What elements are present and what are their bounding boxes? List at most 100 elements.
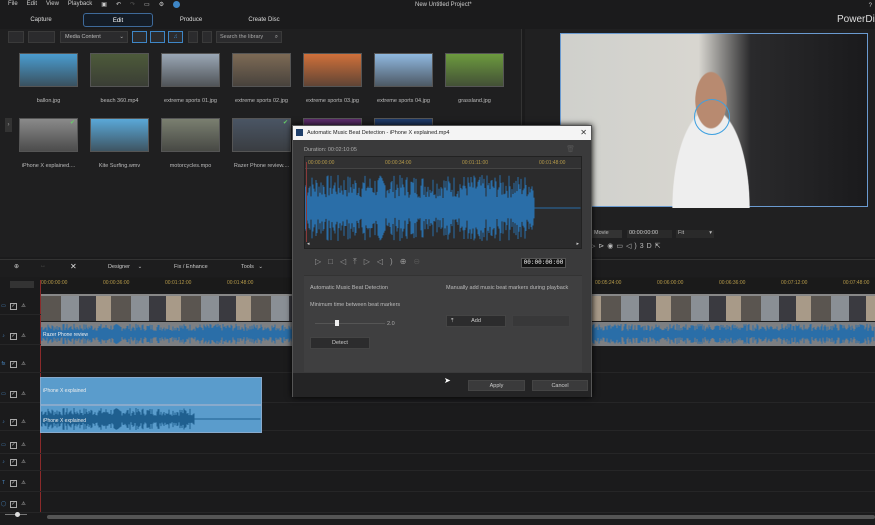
audio-filter-button[interactable]: ♫ [168, 31, 183, 43]
split-icon[interactable]: ↔ [40, 263, 46, 269]
audio-clip-track2[interactable]: iPhone X explained [40, 405, 262, 433]
mixer-icon[interactable]: ⊕ [14, 263, 19, 270]
menu-playback[interactable]: Playback [68, 1, 92, 8]
3d-button[interactable]: 3D [640, 243, 655, 250]
screen-icon[interactable]: ▭ [144, 1, 150, 8]
lock-icon[interactable]: ⚠ [20, 362, 27, 369]
media-thumbnail[interactable] [90, 53, 149, 87]
trash-icon[interactable]: 🗑 [566, 145, 575, 153]
thumb-size-button[interactable] [202, 31, 212, 43]
cancel-button[interactable]: Cancel [532, 380, 588, 391]
track-type-icon: ▭ [1, 303, 6, 309]
media-thumbnail[interactable] [19, 53, 78, 87]
image-filter-button[interactable] [150, 31, 165, 43]
volume-icon[interactable]: ◁) [626, 243, 640, 250]
video-clip-track2[interactable]: iPhone X explained [40, 377, 262, 405]
undock-icon[interactable]: ⇱ [655, 243, 664, 250]
media-label: extreme sports 02.jpg [235, 98, 288, 104]
media-thumbnail[interactable] [303, 53, 362, 87]
library-expand-arrow[interactable]: › [5, 118, 12, 132]
media-thumbnail[interactable] [232, 53, 291, 87]
plugin-button[interactable] [28, 31, 55, 43]
slider-thumb[interactable] [335, 320, 339, 326]
track-enable-checkbox[interactable]: ✓ [10, 480, 17, 487]
play-icon[interactable]: ▷ [315, 257, 328, 266]
lock-icon[interactable]: ⚠ [20, 392, 27, 399]
scissors-icon[interactable]: ✕ [70, 262, 77, 271]
apply-button[interactable]: Apply [468, 380, 525, 391]
lock-icon[interactable]: ⚠ [20, 420, 27, 427]
fix-enhance-button[interactable]: Fix / Enhance [174, 264, 208, 270]
stop-icon[interactable]: □ [328, 257, 340, 266]
zoom-fit-dropdown[interactable]: Fit ▾ [676, 230, 714, 238]
zoom-out-icon[interactable]: ⊖ [413, 257, 427, 266]
snapshot-icon[interactable]: ◉ [607, 243, 616, 250]
import-media-button[interactable] [8, 31, 24, 43]
fit-timeline-button[interactable] [10, 281, 34, 288]
media-thumbnail[interactable] [374, 53, 433, 87]
search-icon[interactable]: ⌕ [275, 32, 278, 42]
tab-create-disc[interactable]: Create Disc [238, 13, 290, 27]
update-icon[interactable] [173, 1, 181, 8]
track-enable-checkbox[interactable]: ✓ [10, 501, 17, 508]
detect-button[interactable]: Detect [310, 337, 370, 349]
face-tracking-circle[interactable] [694, 99, 730, 135]
help-icon[interactable]: ? [869, 3, 872, 9]
lock-icon[interactable]: ⚠ [20, 334, 27, 341]
next-frame-icon[interactable]: ⊳ [598, 243, 607, 250]
min-time-slider[interactable] [315, 320, 385, 326]
zoom-slider[interactable] [5, 512, 27, 520]
tools-dropdown[interactable]: Tools ⌄ [241, 264, 263, 270]
close-icon[interactable]: ✕ [580, 128, 587, 137]
track-enable-checkbox[interactable]: ✓ [10, 333, 17, 340]
menu-view[interactable]: View [46, 1, 59, 8]
search-input[interactable]: Search the library ⌕ [216, 31, 282, 43]
lock-icon[interactable]: ⚠ [20, 460, 27, 467]
redo-icon[interactable]: ↷ [130, 1, 135, 8]
volume-icon[interactable]: ◁) [377, 257, 400, 266]
scroll-left-icon[interactable]: ◂ [307, 241, 310, 247]
track-enable-checkbox[interactable]: ✓ [10, 361, 17, 368]
tab-capture[interactable]: Capture [15, 13, 67, 27]
dialog-playhead[interactable] [306, 162, 307, 242]
tab-edit[interactable]: Edit [83, 13, 153, 27]
track-enable-checkbox[interactable]: ✓ [10, 391, 17, 398]
preview-mode-button[interactable]: Movie [592, 230, 622, 238]
add-marker-icon[interactable]: ⤒ [353, 257, 364, 266]
media-filter-dropdown[interactable]: Media Content ⌄ [60, 31, 128, 43]
media-thumbnail[interactable] [161, 118, 220, 152]
next-frame-icon[interactable]: ▷ [364, 257, 377, 266]
media-thumbnail[interactable] [90, 118, 149, 152]
lock-icon[interactable]: ⚠ [20, 502, 27, 509]
waveform-panel[interactable]: 00:00:00:00 00:00:34:00 00:01:11:00 00:01:4… [304, 156, 582, 249]
track-enable-checkbox[interactable]: ✓ [10, 303, 17, 310]
zoom-in-icon[interactable]: ⊕ [400, 257, 414, 266]
track-type-icon: ▭ [1, 442, 6, 448]
lock-icon[interactable]: ⚠ [20, 443, 27, 450]
scroll-right-icon[interactable]: ▸ [576, 241, 579, 247]
dual-monitor-icon[interactable]: ▭ [616, 243, 626, 250]
track-type-icon: ♪ [2, 419, 5, 425]
previous-frame-icon[interactable]: ◁ [340, 257, 353, 266]
track-enable-checkbox[interactable]: ✓ [10, 442, 17, 449]
menu-file[interactable]: File [8, 1, 18, 8]
media-thumbnail[interactable]: ✔ [19, 118, 78, 152]
undo-icon[interactable]: ↶ [116, 1, 121, 8]
media-thumbnail[interactable] [161, 53, 220, 87]
media-thumbnail[interactable] [445, 53, 504, 87]
track-header: ▭ ✓ ⚠ [0, 391, 38, 399]
media-thumbnail[interactable]: ✔ [232, 118, 291, 152]
tab-produce[interactable]: Produce [165, 13, 217, 27]
save-icon[interactable]: ▣ [101, 1, 107, 8]
timeline-scrollbar[interactable] [47, 515, 875, 519]
list-view-button[interactable] [188, 31, 198, 43]
lock-icon[interactable]: ⚠ [20, 304, 27, 311]
track-enable-checkbox[interactable]: ✓ [10, 419, 17, 426]
track-enable-checkbox[interactable]: ✓ [10, 459, 17, 466]
gear-icon[interactable]: ⚙ [159, 1, 164, 8]
add-marker-button[interactable]: ⤒ Add [446, 315, 506, 327]
lock-icon[interactable]: ⚠ [20, 481, 27, 488]
designer-dropdown[interactable]: Designer ⌄ [108, 264, 142, 270]
video-filter-button[interactable] [132, 31, 147, 43]
menu-edit[interactable]: Edit [27, 1, 37, 8]
